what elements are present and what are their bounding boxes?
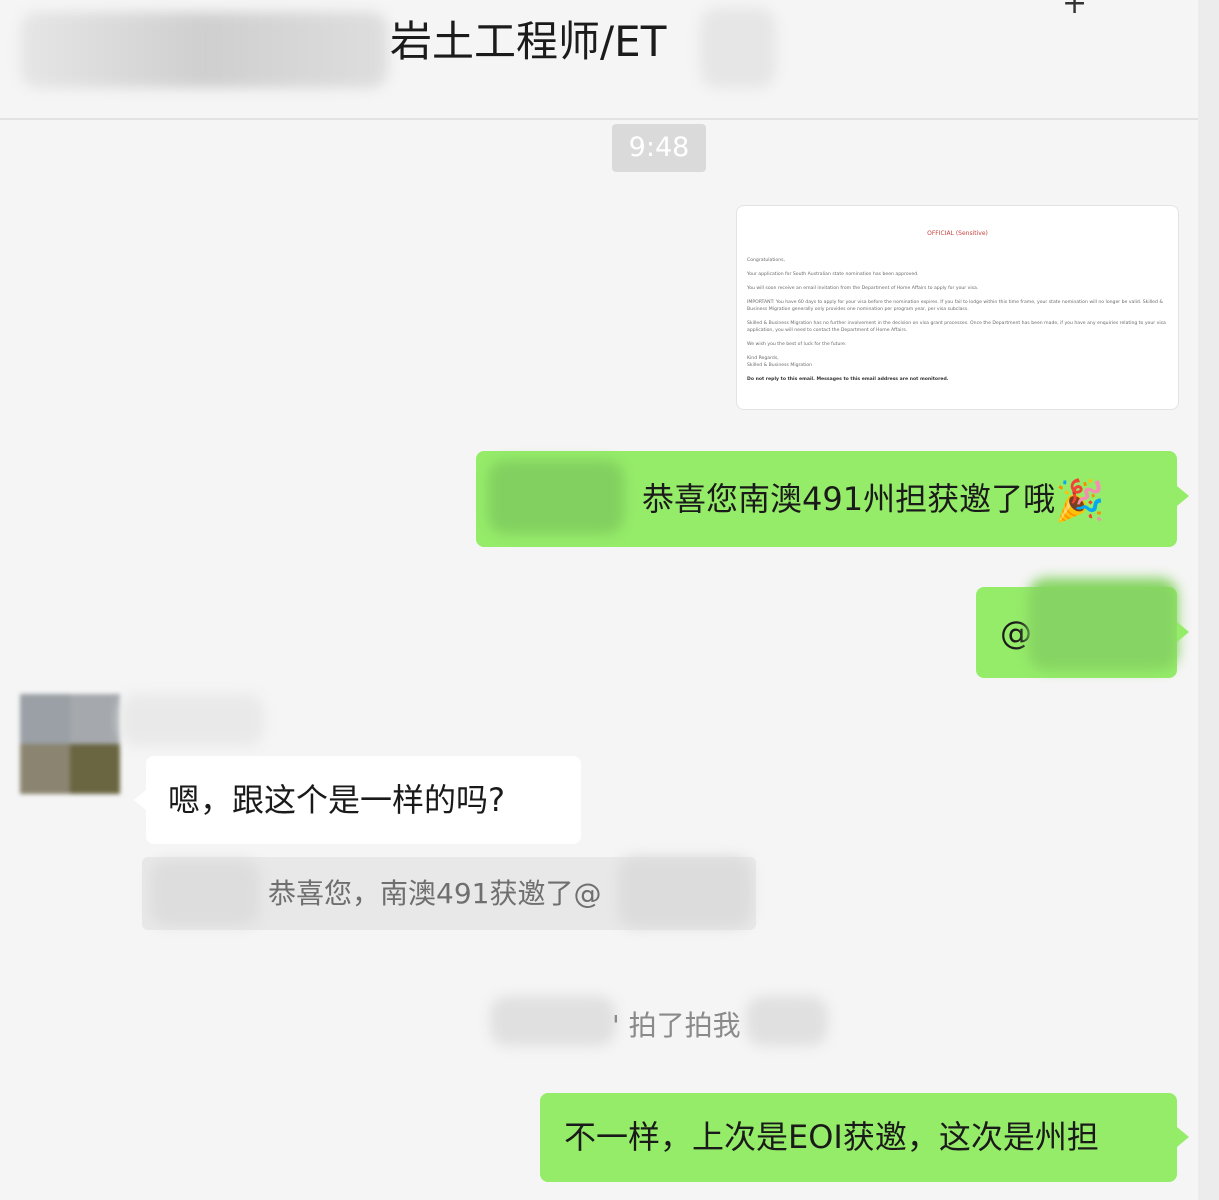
scrollbar[interactable] (1198, 0, 1219, 1200)
plus-icon[interactable]: + (1062, 0, 1087, 21)
outgoing-message-bubble[interactable]: 不一样，上次是EOI获邀，这次是州担 (540, 1093, 1177, 1182)
doc-line: Your application for South Australian st… (747, 272, 919, 277)
quoted-text: 恭喜您，南澳491获邀了@ (268, 877, 602, 910)
doc-line: You will soon receive an email invitatio… (747, 286, 979, 291)
bubble-tail (1177, 622, 1189, 642)
blurred-quote-mention (618, 856, 752, 928)
doc-line: Kind Regards, (747, 356, 779, 361)
party-popper-icon: 🎉 (1055, 478, 1105, 524)
blurred-quote-sender (150, 860, 260, 926)
chat-title: 岩土工程师/ET (390, 17, 667, 66)
blurred-group-name (20, 12, 388, 88)
doc-line: Do not reply to this email. Messages to … (747, 377, 949, 382)
blurred-mention-name (1028, 578, 1178, 670)
message-text: 不一样，上次是EOI获邀，这次是州担 (564, 1118, 1099, 1156)
blurred-pat-target (746, 996, 828, 1046)
incoming-message-bubble[interactable]: 嗯，跟这个是一样的吗? (146, 756, 581, 844)
doc-line: Skilled & Business Migration has no furt… (747, 321, 1166, 333)
doc-heading: OFFICIAL (Sensitive) (927, 230, 988, 237)
bubble-tail (1177, 486, 1189, 506)
avatar[interactable] (20, 694, 120, 794)
doc-line: IMPORTANT: You have 60 days to apply for… (747, 300, 1163, 312)
bubble-tail (134, 790, 146, 810)
message-text: 嗯，跟这个是一样的吗? (168, 781, 505, 819)
blurred-sender-name (120, 694, 264, 746)
doc-line: Skilled & Business Migration (747, 363, 813, 368)
pat-notice: ' 拍了拍我 (612, 1009, 741, 1042)
doc-line: Congratulations, (747, 258, 786, 263)
message-text: 恭喜您南澳491州担获邀了哦 (642, 480, 1056, 518)
blurred-pat-sender (490, 996, 616, 1046)
doc-line: We wish you the best of luck for the fut… (747, 342, 847, 347)
message-timestamp: 9:48 (612, 124, 706, 172)
email-screenshot-message[interactable]: OFFICIAL (Sensitive) Congratulations, Yo… (736, 205, 1179, 410)
blurred-title-suffix (700, 8, 776, 88)
bubble-tail (1177, 1127, 1189, 1147)
blurred-mention (488, 460, 624, 534)
